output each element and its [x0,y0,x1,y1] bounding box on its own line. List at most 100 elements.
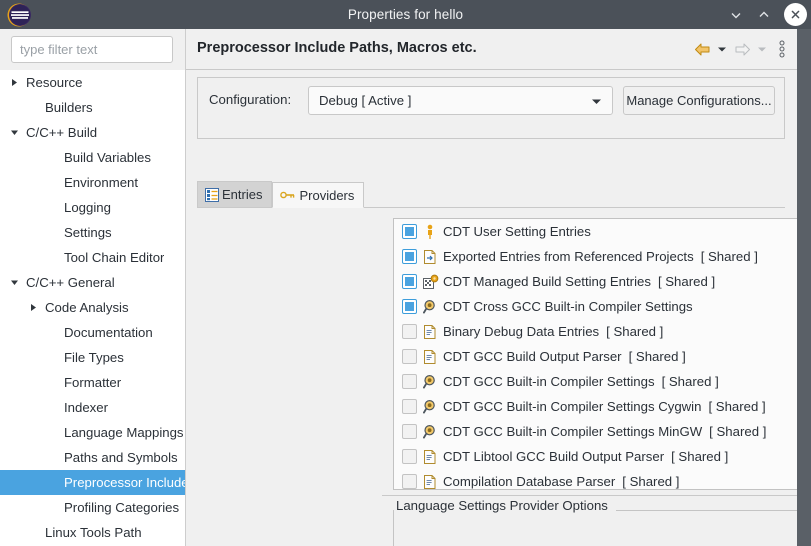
sidebar-item-code-analysis[interactable]: Code Analysis [0,295,185,320]
provider-checkbox[interactable] [402,299,417,314]
eclipse-logo-icon [6,2,32,28]
settings-tree[interactable]: Resource Builders C/C++ Build Build Variabl… [0,70,185,546]
sidebar-item-c-c-build[interactable]: C/C++ Build [0,120,185,145]
provider-row[interactable]: CDT User Setting Entries [394,219,797,244]
tab-providers[interactable]: Providers [272,182,365,208]
providers-list[interactable]: CDT User Setting Entries Exported Entries… [393,218,797,490]
chevron-down-icon[interactable] [8,128,21,137]
sidebar-item-label: Paths and Symbols [64,450,178,465]
provider-row[interactable]: CDT Managed Build Setting Entries [ Share… [394,269,797,294]
vertical-dots-icon[interactable] [771,38,793,60]
sidebar-item-builders[interactable]: Builders [0,95,185,120]
sidebar-item-linux-tools-path[interactable]: Linux Tools Path [0,520,185,545]
provider-row[interactable]: Exported Entries from Referenced Project… [394,244,797,269]
sidebar-item-settings[interactable]: Settings [0,220,185,245]
provider-label: CDT Cross GCC Built-in Compiler Settings [443,299,693,314]
magnifier-icon [423,299,440,315]
search-input[interactable] [11,36,173,63]
sidebar-item-paths-and-symbols[interactable]: Paths and Symbols [0,445,185,470]
maximize-button[interactable] [751,2,777,28]
sidebar-item-label: Preprocessor Include [64,475,185,490]
provider-row[interactable]: CDT GCC Built-in Compiler Settings [ Shar… [394,369,797,394]
page-title: Preprocessor Include Paths, Macros etc. [197,40,477,56]
provider-row[interactable]: Binary Debug Data Entries [ Shared ] [394,319,797,344]
chevron-right-icon[interactable] [8,78,21,87]
provider-shared-badge: [ Shared ] [709,424,767,439]
provider-checkbox[interactable] [402,274,417,289]
document-icon [423,474,440,490]
provider-label: CDT GCC Build Output Parser [443,349,622,364]
sidebar-item-environment[interactable]: Environment [0,170,185,195]
configuration-select[interactable]: Debug [ Active ] [308,86,613,115]
forward-arrow-icon [731,38,753,60]
provider-checkbox[interactable] [402,474,417,489]
chevron-right-icon[interactable] [27,303,40,312]
provider-checkbox[interactable] [402,324,417,339]
tab-entries[interactable]: Entries [197,181,273,207]
provider-checkbox[interactable] [402,399,417,414]
sidebar-item-profiling-categories[interactable]: Profiling Categories [0,495,185,520]
sidebar-item-label: Documentation [64,325,153,340]
back-history-caret-down-icon[interactable] [715,38,729,60]
provider-label: CDT User Setting Entries [443,224,591,239]
language-settings-provider-options-group [393,510,797,546]
export-doc-icon [423,249,440,265]
sidebar-item-resource[interactable]: Resource [0,70,185,95]
provider-row[interactable]: CDT GCC Build Output Parser [ Shared ] [394,344,797,369]
provider-label: CDT Managed Build Setting Entries [443,274,651,289]
sidebar-item-formatter[interactable]: Formatter [0,370,185,395]
sidebar-item-label: Build Variables [64,150,151,165]
provider-row[interactable]: Compilation Database Parser [ Shared ] [394,469,797,490]
provider-row[interactable]: CDT GCC Built-in Compiler Settings Cygwi… [394,394,797,419]
provider-checkbox[interactable] [402,224,417,239]
close-icon [791,10,800,19]
chevron-down-icon[interactable] [8,278,21,287]
close-button[interactable] [784,3,807,26]
manage-configurations-button[interactable]: Manage Configurations... [623,86,775,115]
provider-checkbox[interactable] [402,424,417,439]
sidebar-item-language-mappings[interactable]: Language Mappings [0,420,185,445]
provider-checkbox[interactable] [402,374,417,389]
provider-shared-badge: [ Shared ] [700,249,758,264]
sidebar-item-preprocessor-include[interactable]: Preprocessor Include [0,470,185,495]
provider-shared-badge: [ Shared ] [708,399,766,414]
provider-label: Binary Debug Data Entries [443,324,600,339]
sidebar-item-label: Environment [64,175,139,190]
tab-label: Providers [299,187,355,203]
options-group-legend: Language Settings Provider Options [394,498,612,513]
header-toolbar [691,38,793,60]
provider-checkbox[interactable] [402,449,417,464]
properties-dialog: Properties for hello Resource Builders C/C… [0,0,811,546]
magnifier-icon [423,424,440,440]
sidebar-item-label: File Types [64,350,124,365]
sidebar-item-label: Code Analysis [45,300,129,315]
provider-label: CDT GCC Built-in Compiler Settings MinGW [443,424,703,439]
sidebar-item-logging[interactable]: Logging [0,195,185,220]
provider-shared-badge: [ Shared ] [622,474,680,489]
sidebar-item-label: Indexer [64,400,108,415]
pane-header: Preprocessor Include Paths, Macros etc. [186,29,797,70]
provider-checkbox[interactable] [402,249,417,264]
sidebar-item-indexer[interactable]: Indexer [0,395,185,420]
person-icon [423,224,440,240]
sidebar-item-build-variables[interactable]: Build Variables [0,145,185,170]
minimize-button[interactable] [723,2,749,28]
entries-icon [205,187,219,202]
sidebar-item-file-types[interactable]: File Types [0,345,185,370]
provider-row[interactable]: CDT GCC Built-in Compiler Settings MinGW… [394,419,797,444]
configuration-label: Configuration: [209,92,292,107]
provider-checkbox[interactable] [402,349,417,364]
provider-shared-badge: [ Shared ] [661,374,719,389]
sidebar-item-tool-chain-editor[interactable]: Tool Chain Editor [0,245,185,270]
sidebar-item-c-c-general[interactable]: C/C++ General [0,270,185,295]
sidebar-item-label: Tool Chain Editor [64,250,165,265]
settings-sidebar: Resource Builders C/C++ Build Build Variabl… [0,29,186,546]
provider-label: CDT GCC Built-in Compiler Settings [443,374,655,389]
sidebar-item-label: Linux Tools Path [45,525,142,540]
sidebar-item-label: Builders [45,100,93,115]
sidebar-item-documentation[interactable]: Documentation [0,320,185,345]
provider-row[interactable]: CDT Libtool GCC Build Output Parser [ Sha… [394,444,797,469]
provider-row[interactable]: CDT Cross GCC Built-in Compiler Settings [394,294,797,319]
back-arrow-icon[interactable] [691,38,713,60]
title-bar: Properties for hello [0,0,811,29]
